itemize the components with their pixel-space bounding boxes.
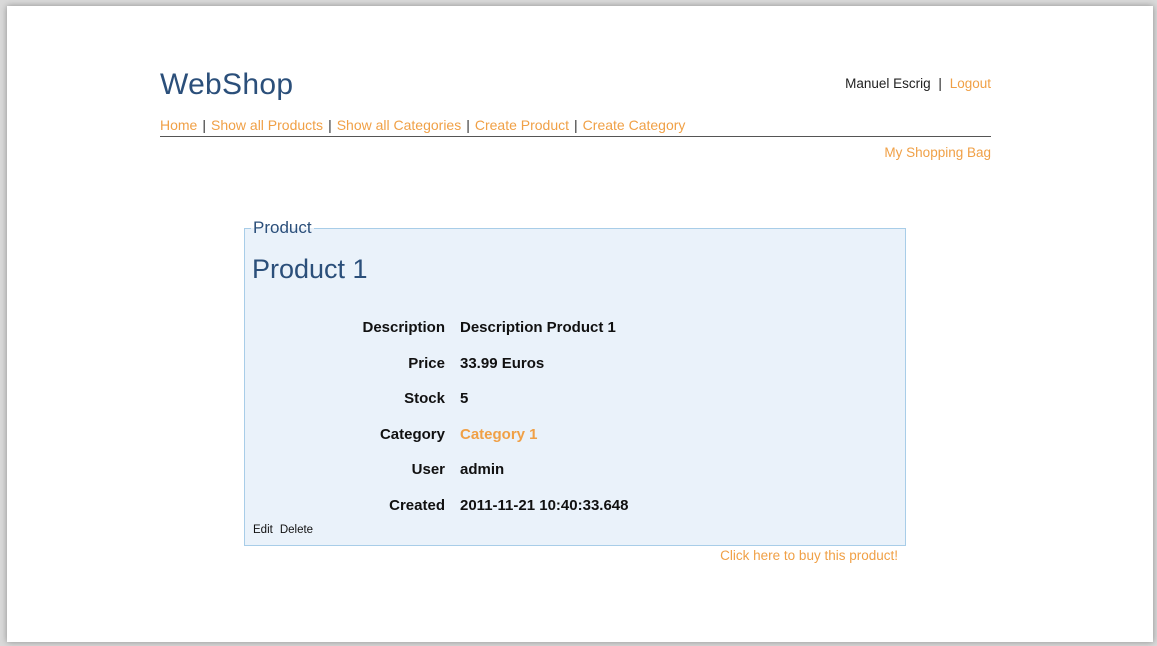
property-value: admin: [460, 461, 505, 479]
property-label: Description: [362, 319, 445, 337]
property-label: Price: [408, 354, 445, 372]
user-separator: |: [938, 76, 942, 91]
logout-link[interactable]: Logout: [950, 76, 991, 91]
property-row-user: User admin: [245, 452, 905, 488]
buy-product-link[interactable]: Click here to buy this product!: [720, 548, 898, 563]
edit-link[interactable]: Edit: [253, 524, 273, 536]
user-name: Manuel Escrig: [845, 76, 931, 91]
nav-separator: |: [202, 117, 206, 133]
product-title: Product 1: [252, 254, 368, 284]
nav-show-all-categories-link[interactable]: Show all Categories: [337, 117, 462, 133]
delete-link[interactable]: Delete: [280, 524, 313, 536]
header-divider: [160, 136, 991, 137]
property-label: Created: [389, 496, 445, 514]
property-value: 2011-11-21 10:40:33.648: [460, 496, 629, 514]
my-shopping-bag-link[interactable]: My Shopping Bag: [884, 145, 991, 160]
category-link[interactable]: Category 1: [460, 417, 905, 453]
product-actions: Edit Delete: [253, 524, 320, 536]
nav-create-product-link[interactable]: Create Product: [475, 117, 569, 133]
property-label: Category: [379, 425, 445, 443]
main-nav: Home | Show all Products | Show all Categori…: [160, 117, 685, 133]
property-value: 5: [460, 390, 469, 408]
nav-home-link[interactable]: Home: [160, 117, 197, 133]
nav-show-all-products-link[interactable]: Show all Products: [211, 117, 323, 133]
property-label: User: [411, 461, 445, 479]
site-logo[interactable]: WebShop: [160, 68, 293, 102]
property-value: 33.99 Euros: [460, 354, 545, 372]
product-legend: Product: [253, 218, 312, 237]
property-label: Stock: [404, 390, 445, 408]
nav-create-category-link[interactable]: Create Category: [583, 117, 686, 133]
property-row-stock: Stock 5: [245, 381, 905, 417]
property-row-description: Description Description Product 1: [245, 310, 905, 346]
nav-separator: |: [574, 117, 578, 133]
property-row-created: Created 2011-11-21 10:40:33.648: [245, 488, 905, 524]
page: WebShop Manuel Escrig | Logout Home | Show…: [7, 6, 1153, 642]
user-box: Manuel Escrig | Logout: [845, 76, 991, 91]
property-row-price: Price 33.99 Euros: [245, 346, 905, 382]
product-panel: Product Product 1 Description Descriptio…: [244, 218, 906, 563]
property-value: Description Product 1: [460, 319, 616, 337]
nav-separator: |: [466, 117, 470, 133]
property-row-category: Category Category 1: [245, 417, 905, 453]
product-properties-table: Description Description Product 1 Price …: [245, 310, 905, 523]
nav-separator: |: [328, 117, 332, 133]
